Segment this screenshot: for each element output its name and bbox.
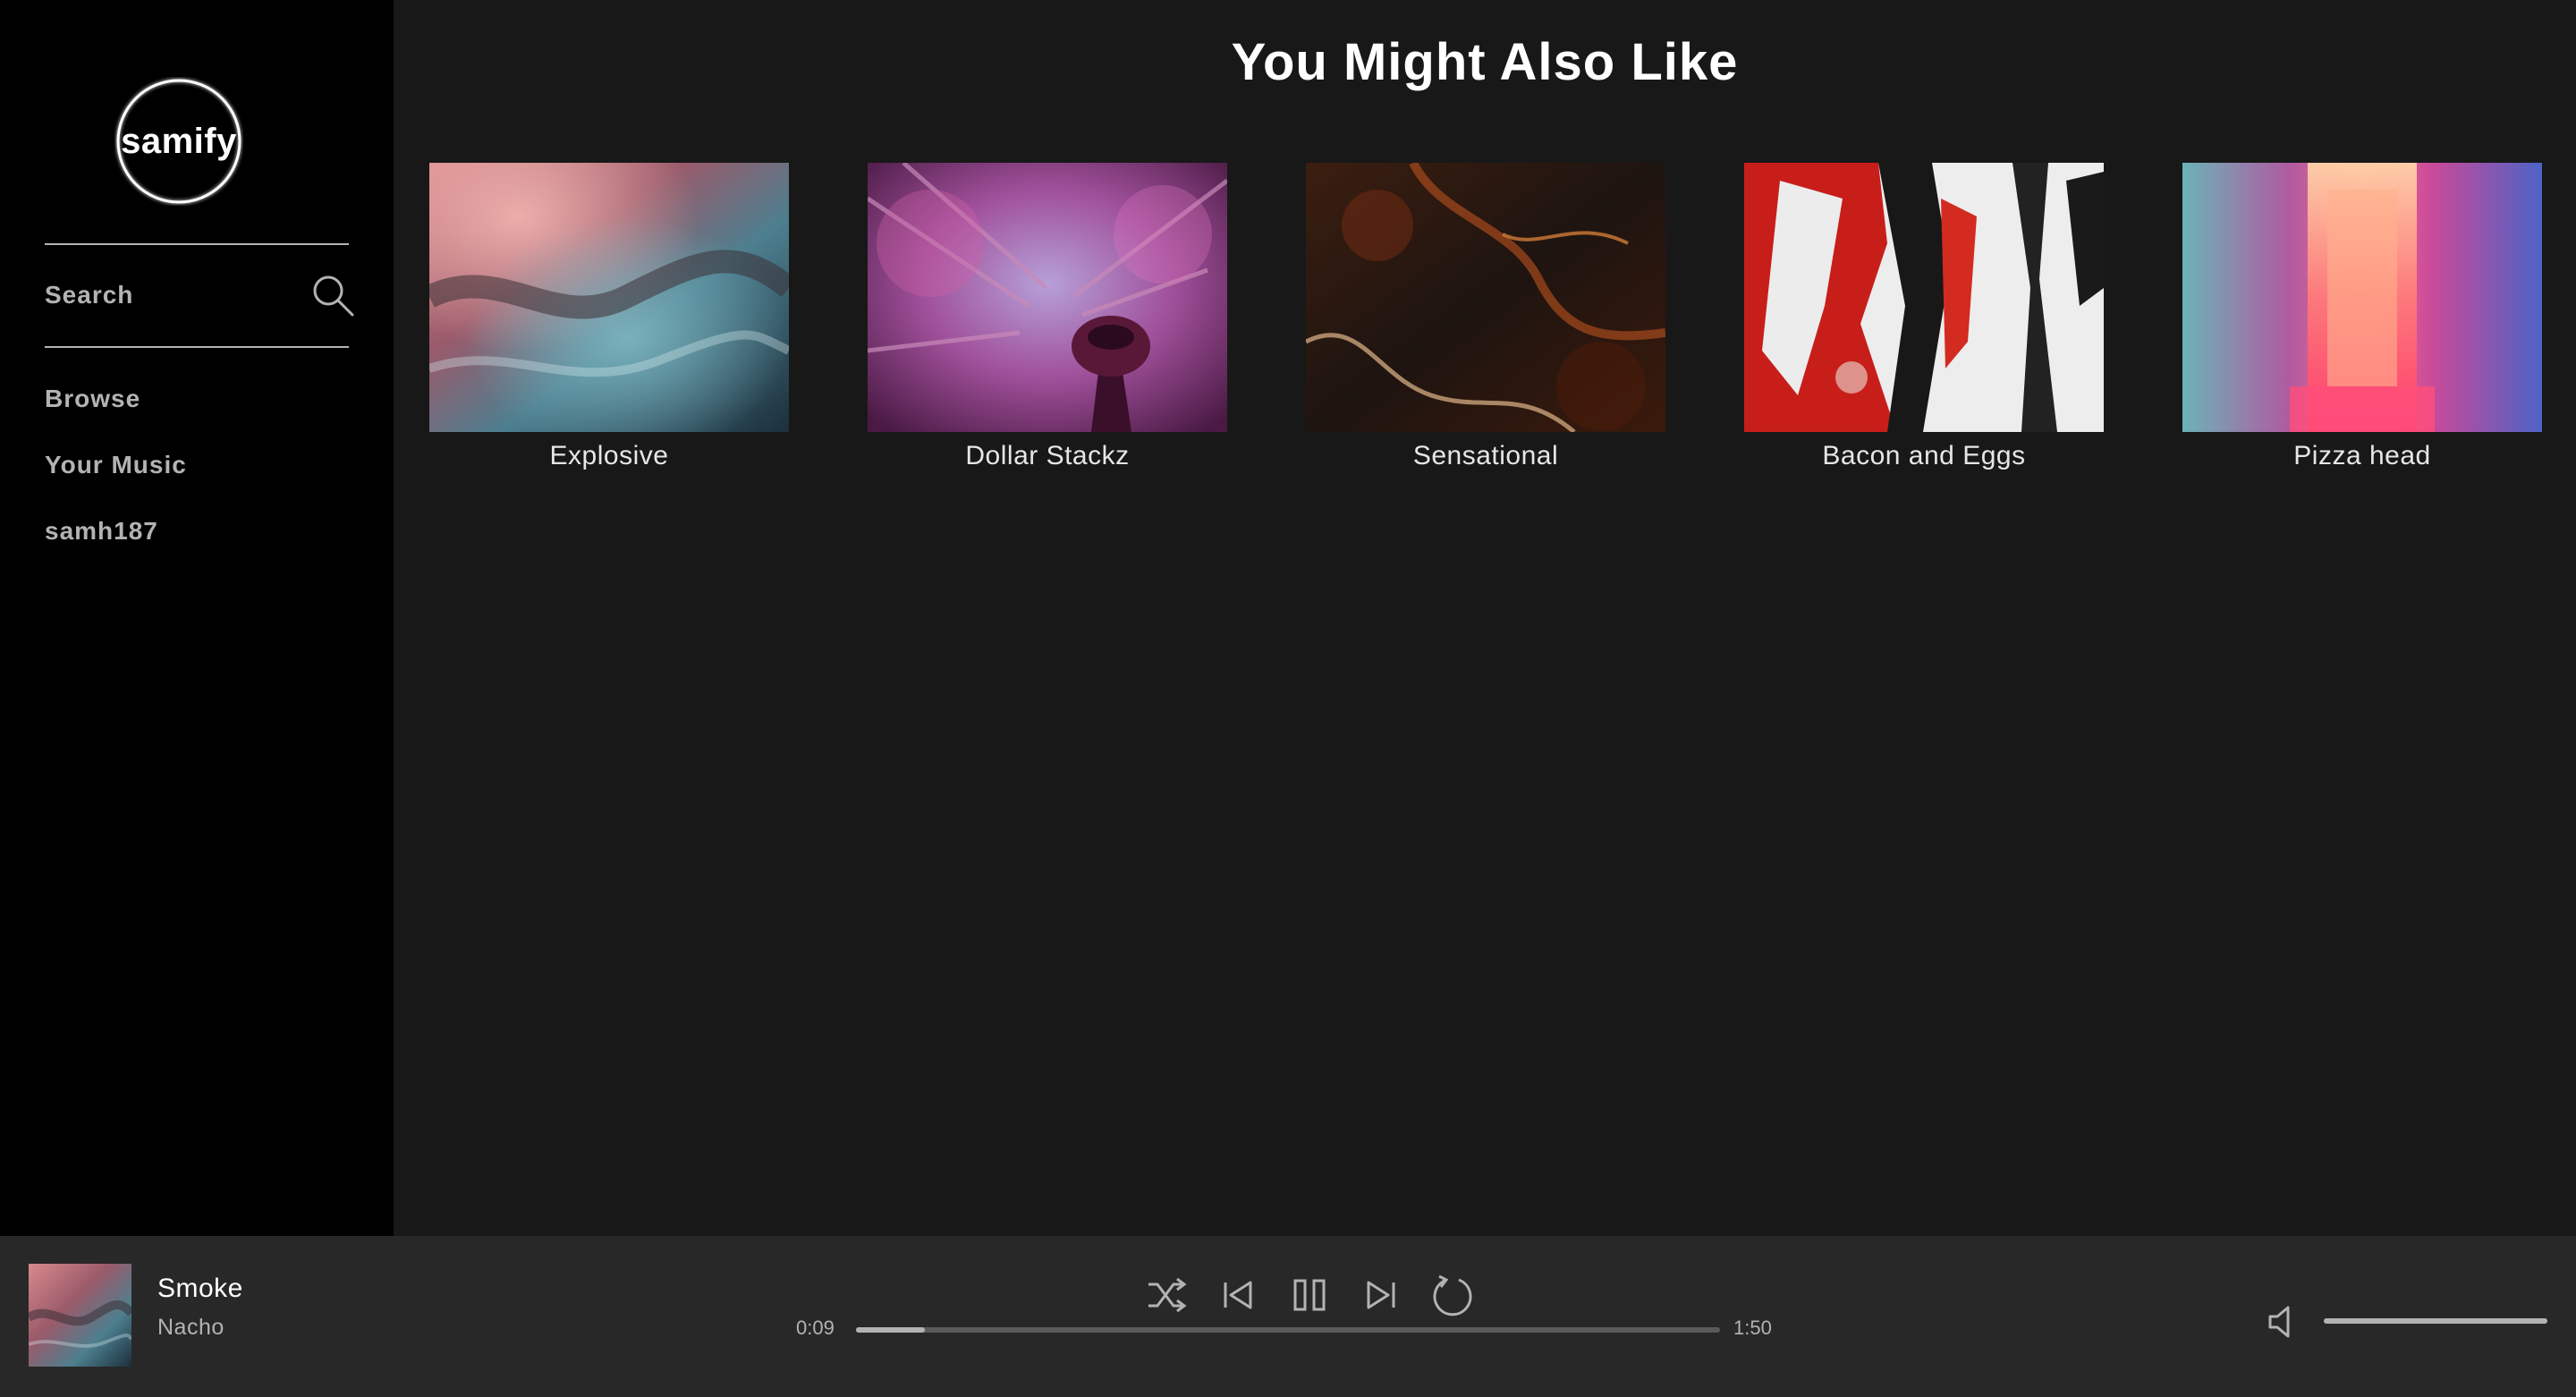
- page-title: You Might Also Like: [1231, 33, 1739, 91]
- logo-text: samify: [121, 121, 237, 161]
- app: samify Search Browse Your Music samh187 …: [0, 0, 2576, 1397]
- playlist-card-title: Explosive: [549, 441, 669, 470]
- playlist-card[interactable]: Bacon and Eggs: [1744, 163, 2104, 471]
- search-icon: [313, 275, 354, 317]
- previous-button[interactable]: [1211, 1268, 1265, 1322]
- volume-slider-fill: [2324, 1318, 2547, 1324]
- now-playing-cover-image[interactable]: [29, 1264, 131, 1367]
- playlist-card-title: Bacon and Eggs: [1822, 441, 2026, 470]
- playlist-cover-image: [2182, 163, 2542, 432]
- playlist-card[interactable]: Explosive: [429, 163, 789, 471]
- previous-icon: [1224, 1281, 1252, 1309]
- volume-icon[interactable]: [2265, 1302, 2304, 1342]
- progress-bar[interactable]: [856, 1327, 1720, 1333]
- now-playing-artist[interactable]: Nacho: [157, 1315, 225, 1341]
- search-label: Search: [45, 281, 134, 309]
- nav-item-browse[interactable]: Browse: [45, 385, 140, 413]
- volume-slider[interactable]: [2324, 1318, 2547, 1324]
- playlist-card[interactable]: Dollar Stackz: [868, 163, 1227, 471]
- logo[interactable]: samify: [114, 77, 243, 206]
- playlist-card-title: Pizza head: [2293, 441, 2431, 470]
- search-top-divider: [45, 243, 349, 245]
- now-playing-title[interactable]: Smoke: [157, 1274, 243, 1304]
- repeat-icon: [1433, 1274, 1472, 1317]
- progress-bar-fill: [856, 1327, 926, 1333]
- next-icon: [1367, 1281, 1395, 1309]
- playlist-card[interactable]: Sensational: [1306, 163, 1665, 471]
- repeat-button[interactable]: [1426, 1268, 1479, 1322]
- total-duration: 1:50: [1733, 1317, 1772, 1339]
- nav-item-profile[interactable]: samh187: [45, 517, 158, 546]
- main-content: You Might Also Like Explosive Dollar Sta…: [394, 0, 2576, 1236]
- pause-icon: [1293, 1279, 1326, 1311]
- pause-button[interactable]: [1283, 1268, 1336, 1322]
- search-button[interactable]: Search: [45, 259, 356, 331]
- search-bottom-divider: [45, 346, 349, 348]
- playlist-cover-image: [1306, 163, 1665, 432]
- playlist-cover-image: [868, 163, 1227, 432]
- player-bar: Smoke Nacho 0:09 1:50: [0, 1236, 2576, 1397]
- shuffle-button[interactable]: [1140, 1268, 1193, 1322]
- playlist-cover-image: [429, 163, 789, 432]
- elapsed-time: 0:09: [796, 1317, 835, 1339]
- next-button[interactable]: [1354, 1268, 1408, 1322]
- nav-item-your-music[interactable]: Your Music: [45, 451, 187, 479]
- shuffle-icon: [1148, 1277, 1187, 1313]
- sidebar: samify Search Browse Your Music samh187: [0, 0, 394, 1236]
- playlist-card-title: Dollar Stackz: [965, 441, 1130, 470]
- playlist-card-title: Sensational: [1412, 441, 1559, 470]
- playlist-card[interactable]: Pizza head: [2182, 163, 2542, 471]
- playlist-cover-image: [1744, 163, 2104, 432]
